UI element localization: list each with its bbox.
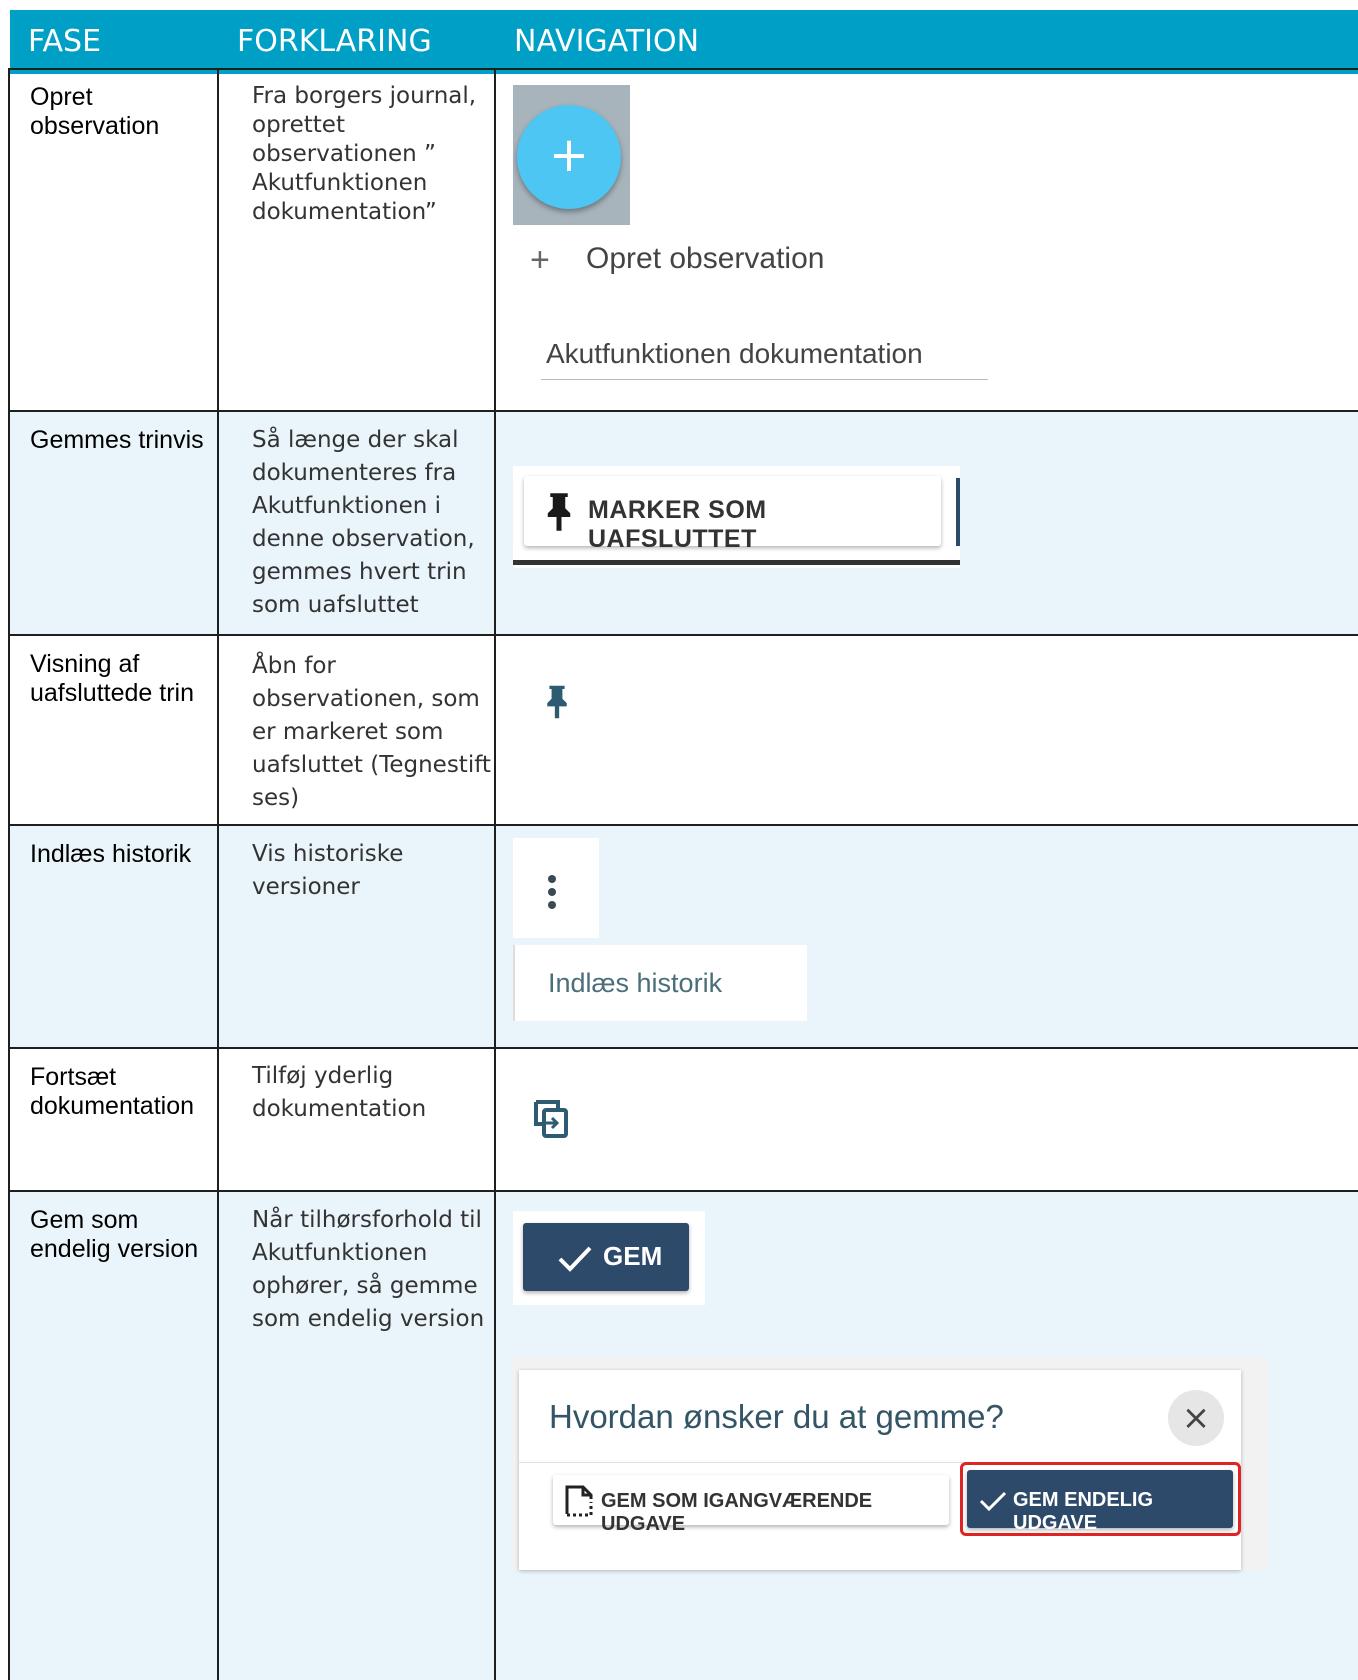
toolbar-divider <box>513 560 960 565</box>
save-dialog: Hvordan ønsker du at gemme? × GEM SOM IG… <box>519 1370 1241 1570</box>
fab-screenshot: + <box>513 85 630 225</box>
rule <box>10 68 1358 70</box>
header-navigation: NAVIGATION <box>514 24 700 59</box>
rule <box>10 634 1358 636</box>
fase-cell: Visning af uafsluttede trin <box>30 650 194 707</box>
rule <box>8 68 10 1680</box>
draft-document-icon <box>565 1485 593 1517</box>
marker-button-label: MARKER SOM UAFSLUTTET <box>588 496 767 553</box>
save-draft-button[interactable]: GEM SOM IGANGVÆRENDE UDGAVE <box>553 1475 949 1535</box>
opret-observation-menu-item[interactable]: Opret observation <box>586 242 824 276</box>
gem-screenshot: GEM <box>513 1211 705 1305</box>
pin-icon <box>547 493 571 531</box>
plus-icon: + <box>548 127 590 183</box>
rule <box>10 1190 1358 1192</box>
forklaring-cell: Åbn for observationen, som er markeret s… <box>252 653 491 811</box>
continue-icon[interactable] <box>532 1098 570 1140</box>
dialog-title: Hvordan ønsker du at gemme? <box>549 1398 1004 1435</box>
rule <box>217 68 219 1680</box>
forklaring-cell: Tilføj yderlig dokumentation <box>252 1063 427 1122</box>
gem-button[interactable]: GEM <box>523 1223 689 1291</box>
forklaring-cell: Fra borgers journal, oprettet observatio… <box>252 83 477 225</box>
gem-button-label: GEM <box>603 1241 663 1271</box>
adjacent-button-edge <box>956 478 960 546</box>
more-menu-screenshot <box>513 838 599 938</box>
template-field-underline <box>541 379 988 380</box>
marker-uafsluttet-button[interactable]: MARKER SOM UAFSLUTTET <box>524 476 941 553</box>
pin-icon[interactable] <box>544 682 570 722</box>
rule <box>10 824 1358 826</box>
fase-cell: Fortsæt dokumentation <box>30 1063 195 1120</box>
save-final-button[interactable]: GEM ENDELIG UDGAVE <box>967 1470 1233 1534</box>
add-fab-button[interactable]: + <box>517 105 621 209</box>
fase-cell: Gem som endelig version <box>30 1206 199 1263</box>
fase-cell: Gemmes trinvis <box>30 426 204 454</box>
marker-screenshot: MARKER SOM UAFSLUTTET <box>513 466 960 568</box>
rule <box>10 410 1358 412</box>
save-draft-label: GEM SOM IGANGVÆRENDE UDGAVE <box>601 1490 873 1535</box>
fase-cell: Opret observation <box>30 83 160 140</box>
template-field-value[interactable]: Akutfunktionen dokumentation <box>546 338 923 370</box>
header-fase: FASE <box>28 24 102 59</box>
indlaes-historik-menu-item[interactable]: Indlæs historik <box>548 968 722 999</box>
plus-icon: + <box>530 241 550 279</box>
header-forklaring: FORKLARING <box>237 24 432 59</box>
check-icon <box>558 1246 592 1272</box>
forklaring-cell: Så længe der skal dokumenteres fra Akutf… <box>252 427 475 618</box>
save-final-label: GEM ENDELIG UDGAVE <box>1013 1489 1154 1534</box>
more-vert-icon[interactable] <box>546 874 558 910</box>
indlaes-menu-screenshot: Indlæs historik <box>513 945 807 1021</box>
save-dialog-screenshot: Hvordan ønsker du at gemme? × GEM SOM IG… <box>513 1357 1268 1570</box>
rule <box>10 1047 1358 1049</box>
close-icon[interactable]: × <box>1168 1390 1224 1446</box>
table-header: FASE FORKLARING NAVIGATION <box>10 10 1358 74</box>
forklaring-cell: Når tilhørsforhold til Akutfunktionen op… <box>252 1207 485 1332</box>
forklaring-cell: Vis historiske versioner <box>252 841 404 900</box>
fase-cell: Indlæs historik <box>30 840 192 868</box>
check-icon <box>979 1491 1007 1512</box>
